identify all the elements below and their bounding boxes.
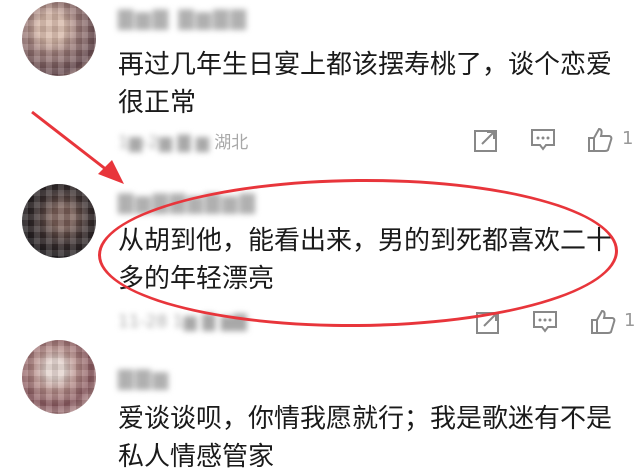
avatar[interactable]	[22, 2, 96, 76]
comment-date: 1▆-2▆ ▇ ▆	[118, 133, 209, 153]
commenter-name[interactable]: ▇▆▇ ▇▆▇▇	[118, 6, 248, 30]
comment-meta: 1▆-2▆ ▇ ▆ 湖北	[118, 128, 248, 153]
comment-location: 湖北	[214, 133, 249, 153]
reply-icon[interactable]	[531, 308, 559, 336]
avatar[interactable]	[22, 340, 96, 414]
share-icon[interactable]	[472, 126, 500, 154]
thumbs-up-icon[interactable]	[586, 126, 614, 154]
like-count: 1	[624, 310, 636, 331]
thumbs-up-icon[interactable]	[589, 308, 617, 336]
comment-text: 爱谈谈呗，你情我愿就行；我是歌迷有不是私人情感管家	[118, 404, 613, 472]
comment-text: 再过几年生日宴上都该摆寿桃了，谈个恋爱很正常	[118, 50, 613, 118]
avatar[interactable]	[22, 184, 96, 258]
like-count: 1	[622, 128, 634, 149]
commenter-name[interactable]: ▇▇▆	[118, 366, 170, 390]
annotation-arrow	[31, 110, 124, 184]
reply-icon[interactable]	[529, 126, 557, 154]
